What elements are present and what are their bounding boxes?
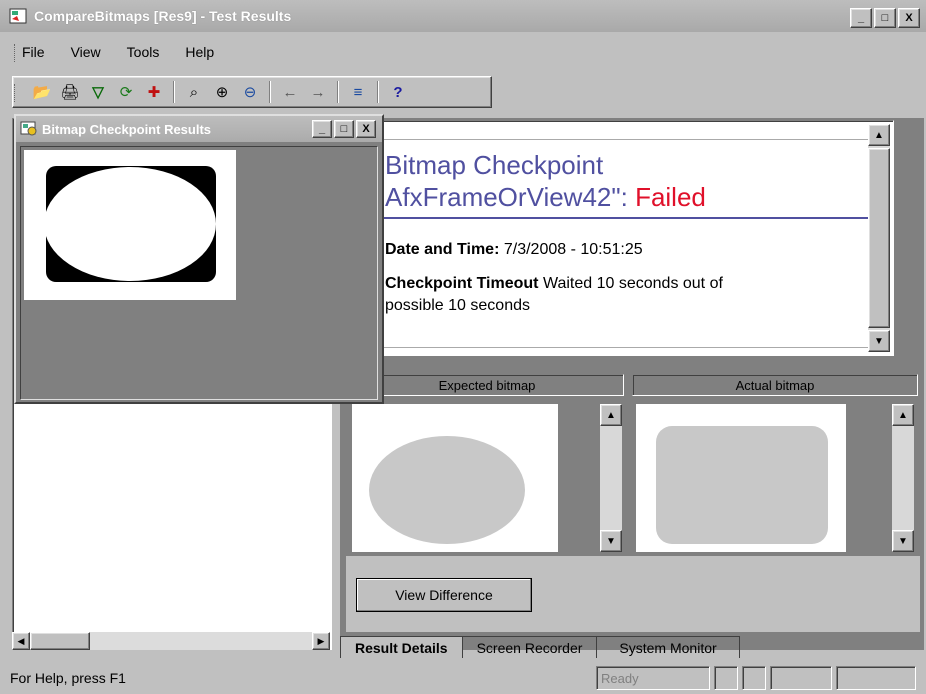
title-underline	[381, 217, 869, 219]
tab-strip: Result Details Screen Recorder System Mo…	[340, 634, 924, 658]
scroll-thumb[interactable]	[30, 632, 90, 650]
expected-bitmap-scrollbar[interactable]: ▲ ▼	[600, 404, 622, 552]
expand-icon[interactable]: ≡	[347, 81, 369, 103]
help-icon[interactable]: ?	[387, 81, 409, 103]
divider	[381, 139, 869, 140]
actual-bitmap-header: Actual bitmap	[632, 374, 918, 396]
timeout-line: Checkpoint Timeout Waited 10 seconds out…	[385, 273, 855, 317]
scroll-left-icon[interactable]: ◀	[12, 632, 30, 650]
bitmap-checkpoint-results-window[interactable]: Bitmap Checkpoint Results _ □ X	[14, 114, 384, 404]
status-panel	[714, 666, 738, 690]
toolbar-separator	[269, 81, 271, 103]
child-close-button[interactable]: X	[356, 120, 376, 138]
actual-bitmap-image	[636, 404, 846, 552]
timeout-value: Waited 10 seconds out of	[542, 275, 723, 292]
tab-result-details[interactable]: Result Details	[340, 636, 462, 658]
actual-bitmap-scrollbar[interactable]: ▲ ▼	[892, 404, 914, 552]
filter-icon[interactable]: ▽	[87, 81, 109, 103]
toolbar-separator	[337, 81, 339, 103]
zoom-in-icon[interactable]: ⊕	[211, 81, 233, 103]
refresh-icon[interactable]: ⟳	[115, 81, 137, 103]
scroll-down-icon[interactable]: ▼	[600, 530, 622, 552]
status-help-text: For Help, press F1	[10, 670, 126, 686]
checkpoint-window-icon	[20, 119, 38, 140]
title-bar[interactable]: CompareBitmaps [Res9] - Test Results _ □…	[0, 0, 926, 32]
menu-help[interactable]: Help	[185, 44, 214, 60]
zoom-fit-icon[interactable]: ⌕	[183, 81, 205, 103]
minimize-button[interactable]: _	[850, 8, 872, 28]
child-window-title: Bitmap Checkpoint Results	[42, 121, 212, 137]
date-time-line: Date and Time: 7/3/2008 - 10:51:25	[385, 239, 855, 261]
checkpoint-details: Bitmap Checkpoint AfxFrameOrView42": Fai…	[346, 120, 894, 356]
child-minimize-button[interactable]: _	[312, 120, 332, 138]
scroll-down-icon[interactable]: ▼	[868, 330, 890, 352]
tab-screen-recorder[interactable]: Screen Recorder	[461, 636, 597, 658]
print-icon[interactable]: 🖨	[59, 81, 81, 103]
checkpoint-bitmap-image	[24, 150, 236, 300]
scroll-thumb[interactable]	[868, 148, 890, 328]
checkpoint-title: Bitmap Checkpoint AfxFrameOrView42": Fai…	[385, 149, 706, 213]
forward-arrow-icon[interactable]: →	[307, 81, 329, 103]
view-difference-button[interactable]: View Difference	[356, 578, 532, 612]
child-maximize-button[interactable]: □	[334, 120, 354, 138]
scroll-up-icon[interactable]: ▲	[868, 124, 890, 146]
menu-tools[interactable]: Tools	[127, 44, 160, 60]
menu-bar: File View Tools Help	[0, 34, 926, 70]
horizontal-scrollbar[interactable]: ◀ ▶	[12, 632, 330, 650]
status-failed: Failed	[635, 182, 706, 212]
app-icon	[8, 6, 28, 26]
date-value: 7/3/2008 - 10:51:25	[503, 241, 643, 258]
date-label: Date and Time:	[385, 241, 500, 258]
expected-bitmap-header: Expected bitmap	[350, 374, 624, 396]
checkpoint-object-name: AfxFrameOrView42":	[385, 182, 628, 212]
toolbar-grip[interactable]	[14, 84, 16, 102]
scroll-up-icon[interactable]: ▲	[892, 404, 914, 426]
menu-file[interactable]: File	[22, 44, 45, 60]
close-button[interactable]: X	[898, 8, 920, 28]
status-panel	[770, 666, 832, 690]
back-arrow-icon[interactable]: ←	[279, 81, 301, 103]
checkpoint-title-line1: Bitmap Checkpoint	[385, 150, 604, 180]
status-panel	[836, 666, 916, 690]
menu-view[interactable]: View	[71, 44, 101, 60]
scroll-down-icon[interactable]: ▼	[892, 530, 914, 552]
zoom-out-icon[interactable]: ⊖	[239, 81, 261, 103]
toolbar-separator	[173, 81, 175, 103]
find-icon[interactable]: ✚	[143, 81, 165, 103]
child-title-bar[interactable]: Bitmap Checkpoint Results _ □ X	[16, 116, 382, 142]
toolbar-separator	[377, 81, 379, 103]
tab-system-monitor[interactable]: System Monitor	[596, 636, 740, 658]
window-title: CompareBitmaps [Res9] - Test Results	[34, 8, 292, 24]
status-ready: Ready	[596, 666, 710, 690]
details-vertical-scrollbar[interactable]: ▲ ▼	[868, 124, 890, 352]
maximize-button[interactable]: □	[874, 8, 896, 28]
expected-bitmap-image	[352, 404, 558, 552]
scroll-right-icon[interactable]: ▶	[312, 632, 330, 650]
status-panel	[742, 666, 766, 690]
toolbar: 📂 🖨 ▽ ⟳ ✚ ⌕ ⊕ ⊖ ← → ≡ ?	[12, 76, 492, 108]
timeout-label: Checkpoint Timeout	[385, 275, 539, 292]
open-folder-icon[interactable]: 📂	[31, 81, 53, 103]
scroll-up-icon[interactable]: ▲	[600, 404, 622, 426]
timeout-value-2: possible 10 seconds	[385, 297, 530, 314]
divider	[381, 347, 869, 348]
